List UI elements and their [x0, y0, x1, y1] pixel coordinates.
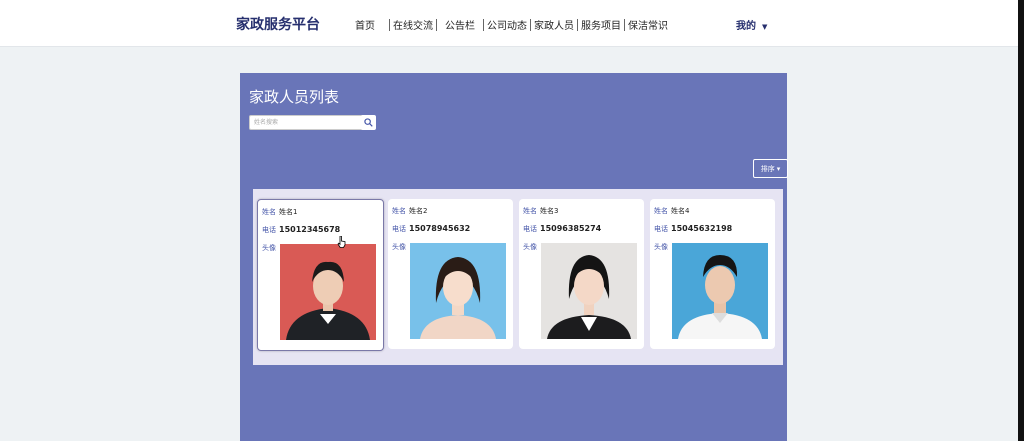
name-search-input[interactable] — [249, 115, 365, 130]
main-nav: 首页 在线交流 公告栏 公司动态 家政人员 服务项目 保洁常识 — [352, 17, 671, 32]
nav-bulletin[interactable]: 公告栏 — [437, 17, 483, 32]
staff-phone: 15096385274 — [540, 224, 602, 233]
top-navbar: 家政服务平台 首页 在线交流 公告栏 公司动态 家政人员 服务项目 保洁常识 我… — [0, 0, 1018, 47]
staff-card[interactable]: 姓名 姓名1 电话 15012345678 头像 — [257, 199, 384, 351]
sort-dropdown-button[interactable]: 排序 ▾ — [753, 159, 788, 178]
page-title: 家政人员列表 — [249, 88, 340, 106]
nav-cleaning-tips[interactable]: 保洁常识 — [625, 17, 671, 32]
staff-photo — [672, 243, 768, 339]
name-label: 姓名 — [392, 207, 406, 215]
name-row: 姓名 姓名1 — [262, 207, 297, 217]
phone-row: 电话 15096385274 — [523, 224, 601, 234]
staff-photo — [541, 243, 637, 339]
nav-online-chat[interactable]: 在线交流 — [390, 17, 436, 32]
name-label: 姓名 — [654, 207, 668, 215]
avatar-row: 头像 — [523, 242, 540, 252]
phone-row: 电话 15078945632 — [392, 224, 470, 234]
avatar-row: 头像 — [654, 242, 671, 252]
staff-phone: 15078945632 — [409, 224, 471, 233]
name-row: 姓名 姓名2 — [392, 206, 427, 216]
staff-card-grid: 姓名 姓名1 电话 15012345678 头像 姓名 姓名2 电话 150789456… — [253, 189, 783, 365]
avatar-row: 头像 — [392, 242, 409, 252]
caret-down-icon: ▼ — [762, 23, 768, 31]
nav-home[interactable]: 首页 — [352, 17, 389, 32]
staff-name: 姓名3 — [540, 207, 559, 215]
avatar-label: 头像 — [654, 243, 668, 251]
search-icon — [364, 118, 373, 127]
phone-label: 电话 — [392, 225, 406, 233]
phone-row: 电话 15012345678 — [262, 225, 340, 235]
nav-company-news[interactable]: 公司动态 — [484, 17, 530, 32]
staff-card[interactable]: 姓名 姓名3 电话 15096385274 头像 — [519, 199, 644, 349]
phone-row: 电话 15045632198 — [654, 224, 732, 234]
caret-down-icon: ▾ — [776, 164, 781, 173]
avatar-label: 头像 — [262, 244, 276, 252]
staff-photo — [410, 243, 506, 339]
staff-phone: 15045632198 — [671, 224, 733, 233]
name-row: 姓名 姓名3 — [523, 206, 558, 216]
staff-name: 姓名1 — [279, 208, 298, 216]
avatar-label: 头像 — [392, 243, 406, 251]
avatar-row: 头像 — [262, 243, 279, 253]
brand-logo[interactable]: 家政服务平台 — [236, 14, 320, 34]
staff-photo — [280, 244, 376, 340]
staff-card[interactable]: 姓名 姓名2 电话 15078945632 头像 — [388, 199, 513, 349]
staff-list-panel: 家政人员列表 排序▾ 姓名姓名1 电话15012345678 头像 姓名姓名2 … — [240, 73, 788, 441]
mouse-pointer-icon — [337, 236, 346, 248]
nav-services[interactable]: 服务项目 — [578, 17, 624, 32]
search-button[interactable] — [361, 115, 376, 130]
name-row: 姓名 姓名4 — [654, 206, 689, 216]
window-edge — [1018, 0, 1024, 441]
name-label: 姓名 — [523, 207, 537, 215]
user-menu[interactable]: 我的 ▼ — [736, 17, 767, 32]
name-label: 姓名 — [262, 208, 276, 216]
phone-label: 电话 — [523, 225, 537, 233]
staff-card[interactable]: 姓名 姓名4 电话 15045632198 头像 — [650, 199, 775, 349]
staff-phone: 15012345678 — [279, 225, 341, 234]
nav-staff[interactable]: 家政人员 — [531, 17, 577, 32]
staff-name: 姓名2 — [409, 207, 428, 215]
avatar-label: 头像 — [523, 243, 537, 251]
phone-label: 电话 — [654, 225, 668, 233]
sort-label: 排序 — [760, 164, 775, 173]
phone-label: 电话 — [262, 226, 276, 234]
staff-name: 姓名4 — [671, 207, 690, 215]
user-menu-label: 我的 — [736, 21, 756, 32]
